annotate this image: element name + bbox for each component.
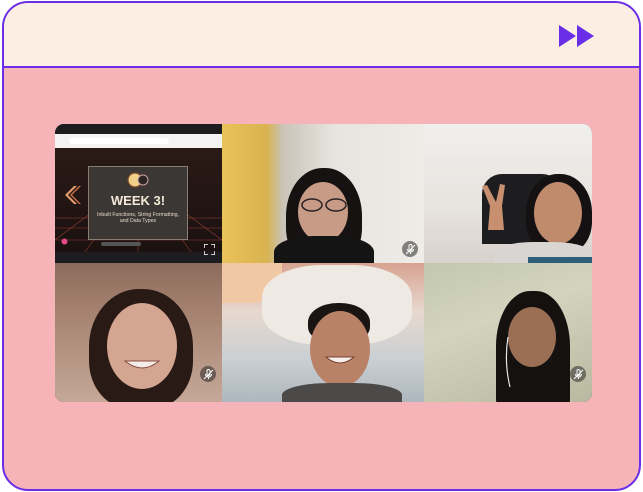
participant-body bbox=[274, 236, 374, 263]
mic-off-icon[interactable] bbox=[200, 366, 216, 382]
pin-icon bbox=[61, 238, 68, 245]
fullscreen-icon[interactable] bbox=[204, 244, 215, 255]
mic-off-icon[interactable] bbox=[402, 241, 418, 257]
participant-tile-5[interactable] bbox=[222, 263, 424, 402]
smile bbox=[324, 356, 356, 364]
participant-face bbox=[508, 307, 556, 367]
chevron-left-icon bbox=[65, 186, 81, 204]
smile bbox=[123, 360, 161, 369]
participant-tile-6[interactable] bbox=[424, 263, 592, 402]
glasses-icon bbox=[301, 198, 347, 212]
presentation-slide: WEEK 3! Inbuilt Functions, String Format… bbox=[55, 148, 222, 252]
video-grid: WEEK 3! Inbuilt Functions, String Format… bbox=[55, 124, 592, 402]
shared-browser-bar bbox=[55, 134, 222, 148]
screen-share-tile[interactable]: WEEK 3! Inbuilt Functions, String Format… bbox=[55, 124, 222, 263]
mic-off-icon[interactable] bbox=[570, 366, 586, 382]
app-frame: WEEK 3! Inbuilt Functions, String Format… bbox=[2, 1, 641, 491]
slide-subtitle: Inbuilt Functions, String Formatting, an… bbox=[97, 212, 179, 224]
slide-card: WEEK 3! Inbuilt Functions, String Format… bbox=[88, 166, 188, 240]
participant-face bbox=[107, 303, 177, 389]
participant-face bbox=[298, 182, 348, 242]
participant-body bbox=[282, 383, 402, 402]
top-bar bbox=[4, 3, 639, 68]
earphone-cable bbox=[505, 337, 511, 387]
slide-controls[interactable] bbox=[101, 242, 141, 246]
participant-face bbox=[310, 311, 370, 387]
fast-forward-icon[interactable] bbox=[559, 25, 597, 47]
slide-title: WEEK 3! bbox=[110, 193, 166, 208]
participant-tile-3[interactable] bbox=[424, 124, 592, 263]
peace-sign-hand bbox=[482, 184, 505, 230]
participant-tile-2[interactable] bbox=[222, 124, 424, 263]
python-logo-icon bbox=[127, 172, 149, 188]
participant-tile-4[interactable] bbox=[55, 263, 222, 402]
participant-face bbox=[534, 182, 582, 244]
